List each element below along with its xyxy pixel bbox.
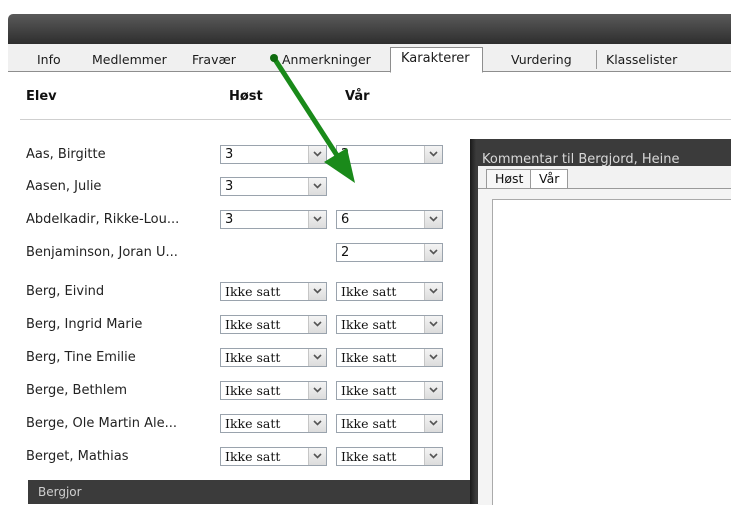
annotation-arrow — [270, 54, 355, 183]
